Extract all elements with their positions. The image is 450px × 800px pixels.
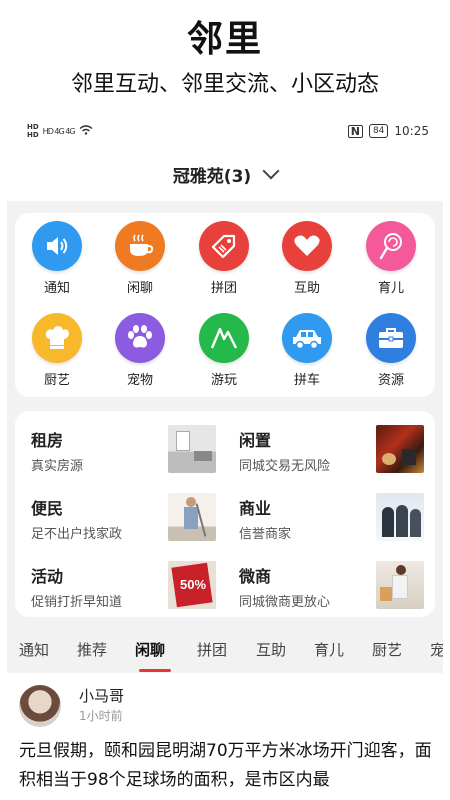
nfc-icon: N bbox=[347, 124, 363, 138]
promo-subtitle: 邻里互动、邻里交流、小区动态 bbox=[70, 72, 379, 97]
shopping-woman-photo bbox=[376, 561, 424, 609]
service-events[interactable]: 活动 促销打折早知道 50% bbox=[15, 549, 220, 615]
service-desc: 足不出户找家政 bbox=[31, 527, 123, 542]
category-chat[interactable]: 闲聊 bbox=[105, 221, 175, 296]
feed-post[interactable]: 小马哥 1小时前 元旦假期，颐和园昆明湖70万平方米冰场开门迎客，面积相当于98… bbox=[7, 673, 443, 800]
service-desc: 促销打折早知道 bbox=[31, 595, 123, 610]
service-desc: 同城交易无风险 bbox=[239, 459, 331, 474]
tab-group-buy[interactable]: 拼团 bbox=[197, 639, 227, 660]
category-label: 拼车 bbox=[293, 373, 320, 388]
service-desc: 真实房源 bbox=[31, 459, 84, 474]
active-tab-indicator bbox=[139, 669, 171, 672]
category-label: 资源 bbox=[377, 373, 404, 388]
service-business[interactable]: 商业 信誉商家 bbox=[223, 481, 428, 547]
cleaning-photo bbox=[168, 493, 216, 541]
category-label: 通知 bbox=[43, 281, 70, 296]
service-desc: 同城微商更放心 bbox=[239, 595, 331, 610]
clock: 10:25 bbox=[394, 124, 429, 138]
category-pets[interactable]: 宠物 bbox=[105, 313, 175, 388]
category-resources[interactable]: 资源 bbox=[356, 313, 426, 388]
category-group-buy[interactable]: 拼团 bbox=[189, 221, 259, 296]
category-label: 闲聊 bbox=[126, 281, 153, 296]
service-title: 便民 bbox=[31, 499, 64, 518]
tag-icon bbox=[199, 221, 249, 271]
business-people-photo bbox=[376, 493, 424, 541]
service-title: 租房 bbox=[31, 431, 64, 450]
service-rent[interactable]: 租房 真实房源 bbox=[15, 413, 220, 479]
vintage-items-photo bbox=[376, 425, 424, 473]
tab-cooking[interactable]: 厨艺 bbox=[372, 639, 402, 660]
sale-50-photo: 50% bbox=[168, 561, 216, 609]
tab-parenting[interactable]: 育儿 bbox=[314, 639, 344, 660]
wifi-icon bbox=[79, 124, 93, 138]
community-selector[interactable]: 冠雅苑(3) bbox=[7, 147, 443, 201]
car-icon bbox=[282, 313, 332, 363]
coffee-cup-icon bbox=[115, 221, 165, 271]
chef-hat-icon bbox=[32, 313, 82, 363]
service-title: 商业 bbox=[239, 499, 272, 518]
sale-badge: 50% bbox=[179, 577, 207, 592]
post-time: 1小时前 bbox=[79, 709, 123, 723]
service-title: 微商 bbox=[239, 567, 272, 586]
service-grid: 租房 真实房源 闲置 同城交易无风险 便民 足不出户找家政 商业 信誉商家 活动… bbox=[15, 411, 435, 617]
briefcase-icon bbox=[366, 313, 416, 363]
tab-chat[interactable]: 闲聊 bbox=[135, 639, 165, 660]
post-author[interactable]: 小马哥 bbox=[79, 685, 124, 706]
category-label: 拼团 bbox=[210, 281, 237, 296]
category-grid: 通知 闲聊 拼团 互助 育儿 厨艺 宠物 游玩 拼车 资源 bbox=[15, 213, 435, 397]
lollipop-icon bbox=[366, 221, 416, 271]
category-label: 育儿 bbox=[377, 281, 404, 296]
service-title: 活动 bbox=[31, 567, 64, 586]
category-label: 游玩 bbox=[210, 373, 237, 388]
category-travel[interactable]: 游玩 bbox=[189, 313, 259, 388]
network-status: HD 4G 4G bbox=[42, 126, 76, 136]
category-notice[interactable]: 通知 bbox=[22, 221, 92, 296]
mountain-icon bbox=[199, 313, 249, 363]
avatar[interactable] bbox=[19, 685, 61, 727]
category-tabs: 通知 推荐 闲聊 拼团 互助 育儿 厨艺 宠 bbox=[7, 629, 443, 673]
category-label: 厨艺 bbox=[43, 373, 70, 388]
tab-recommend[interactable]: 推荐 bbox=[77, 639, 107, 660]
battery-indicator: 84 bbox=[368, 124, 389, 138]
category-label: 互助 bbox=[293, 281, 320, 296]
service-desc: 信誉商家 bbox=[239, 527, 292, 542]
post-body: 元旦假期，颐和园昆明湖70万平方米冰场开门迎客，面积相当于98个足球场的面积，是… bbox=[19, 741, 432, 790]
service-convenience[interactable]: 便民 足不出户找家政 bbox=[15, 481, 220, 547]
phone-screen: HD HD HD 4G 4G N 84 10:25 冠雅苑(3) 通知 闲聊 拼… bbox=[7, 115, 443, 800]
heart-icon bbox=[282, 221, 332, 271]
promo-title: 邻里 bbox=[186, 19, 263, 60]
room-photo bbox=[168, 425, 216, 473]
community-name: 冠雅苑(3) bbox=[172, 166, 252, 187]
category-carpool[interactable]: 拼车 bbox=[272, 313, 342, 388]
signal-icon: HD HD bbox=[27, 123, 39, 139]
category-mutual-help[interactable]: 互助 bbox=[272, 221, 342, 296]
tab-pets[interactable]: 宠 bbox=[430, 639, 443, 660]
status-bar: HD HD HD 4G 4G N 84 10:25 bbox=[7, 115, 443, 147]
paw-icon bbox=[115, 313, 165, 363]
service-title: 闲置 bbox=[239, 431, 272, 450]
speaker-icon bbox=[32, 221, 82, 271]
tab-notice[interactable]: 通知 bbox=[19, 639, 49, 660]
category-label: 宠物 bbox=[126, 373, 153, 388]
service-wechat-shop[interactable]: 微商 同城微商更放心 bbox=[223, 549, 428, 615]
chevron-down-icon bbox=[262, 162, 280, 180]
tab-mutual-help[interactable]: 互助 bbox=[256, 639, 286, 660]
category-parenting[interactable]: 育儿 bbox=[356, 221, 426, 296]
service-idle[interactable]: 闲置 同城交易无风险 bbox=[223, 413, 428, 479]
category-cooking[interactable]: 厨艺 bbox=[22, 313, 92, 388]
